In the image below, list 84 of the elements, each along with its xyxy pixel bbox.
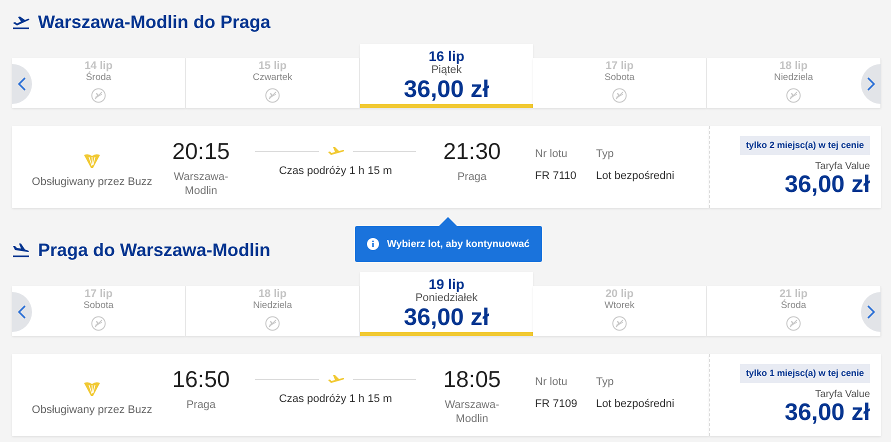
departure-airport: Warszawa-Modlin (172, 170, 230, 198)
date-label: 15 lip (258, 60, 287, 72)
date-label: 20 lip (605, 288, 634, 300)
flight-number: FR 7109 (535, 397, 578, 411)
chevron-right-icon (867, 305, 875, 319)
operator-label: Obsługiwany przez Buzz (32, 403, 152, 418)
departure-time: 16:50 (172, 366, 230, 392)
operator-label: Obsługiwany przez Buzz (32, 175, 152, 190)
fare-name: Taryfa Value (815, 389, 870, 400)
no-flight-icon (786, 88, 801, 103)
section-title: Warszawa-Modlin do Praga (38, 11, 270, 34)
seats-left-badge: tylko 1 miejsc(a) w tej cenie (740, 364, 870, 384)
no-flight-icon (265, 88, 280, 103)
date-label: 14 lip (84, 60, 113, 72)
fare-price: 36,00 zł (784, 400, 870, 426)
plane-icon (326, 374, 344, 384)
date-tab[interactable]: 17 lip Sobota (12, 286, 186, 336)
date-tab[interactable]: 20 lip Wtorek (533, 286, 707, 336)
fare-panel[interactable]: tylko 1 miejsc(a) w tej cenie Taryfa Value 36,00 zł (709, 354, 881, 436)
flight-number-label: Nr lotu (535, 147, 568, 161)
date-label: 21 lip (779, 288, 808, 300)
date-tab[interactable]: 21 lip Środa (707, 286, 881, 336)
departure-airport: Praga (186, 398, 216, 412)
weekday-label: Niedziela (252, 300, 292, 311)
landing-icon (12, 242, 30, 258)
date-tab[interactable]: 15 lip Czwartek (186, 58, 360, 108)
info-icon (367, 238, 379, 250)
date-label: 18 lip (779, 60, 808, 72)
weekday-label: Sobota (83, 300, 114, 311)
seats-left-badge: tylko 2 miejsc(a) w tej cenie (740, 136, 870, 156)
fare-price: 36,00 zł (784, 172, 870, 198)
chevron-left-icon (18, 77, 26, 91)
weekday-label: Wtorek (604, 300, 635, 311)
date-tab[interactable]: 14 lip Środa (12, 58, 186, 108)
flight-number: FR 7110 (535, 169, 578, 183)
arrival-airport: Praga (457, 170, 487, 184)
flight-type: Lot bezpośredni (596, 397, 674, 411)
plane-icon (326, 146, 344, 156)
section-title: Praga do Warszawa-Modlin (38, 239, 270, 262)
no-flight-icon (91, 88, 106, 103)
date-tab[interactable]: 18 lip Niedziela (186, 286, 360, 336)
tooltip-text: Wybierz lot, aby kontynuować (387, 238, 530, 252)
flight-number-label: Nr lotu (535, 375, 568, 389)
departure-time: 20:15 (172, 138, 230, 164)
weekday-label: Piątek (431, 64, 462, 77)
no-flight-icon (265, 316, 280, 331)
date-label: 17 lip (605, 60, 634, 72)
weekday-label: Niedziela (774, 72, 814, 83)
weekday-label: Sobota (604, 72, 635, 83)
date-label: 19 lip (428, 276, 464, 292)
weekday-label: Środa (86, 72, 112, 83)
flight-type-label: Typ (596, 375, 615, 389)
flight-type: Lot bezpośredni (596, 169, 674, 183)
no-flight-icon (612, 316, 627, 331)
chevron-right-icon (867, 77, 875, 91)
takeoff-icon (12, 14, 30, 30)
fare-panel[interactable]: tylko 2 miejsc(a) w tej cenie Taryfa Value 36,00 zł (709, 126, 881, 208)
date-tab[interactable]: 18 lip Niedziela (707, 58, 881, 108)
flight-card[interactable]: Obsługiwany przez Buzz 16:50 Praga Czas podróży 1 h 15 m 18:05 Warszawa-Modlin Nr lotu FR 7109 Typ Lot bezpośredni (12, 354, 709, 436)
date-price: 36,00 zł (404, 77, 490, 103)
arrival-airport: Warszawa-Modlin (444, 398, 500, 426)
duration-label: Czas podróży 1 h 15 m (278, 164, 392, 180)
weekday-label: Środa (780, 300, 806, 311)
flight-card[interactable]: Obsługiwany przez Buzz 20:15 Warszawa-Modlin Czas podróży 1 h 15 m 21:30 Praga Nr lotu FR 7110 Typ Lot bezpośredni (12, 126, 709, 208)
date-label: 18 lip (258, 288, 287, 300)
harp-icon (83, 381, 101, 398)
harp-icon (83, 153, 101, 170)
flight-type-label: Typ (596, 147, 615, 161)
date-label: 16 lip (428, 48, 464, 64)
date-label: 17 lip (84, 288, 113, 300)
no-flight-icon (91, 316, 106, 331)
no-flight-icon (612, 88, 627, 103)
chevron-left-icon (18, 305, 26, 319)
duration-label: Czas podróży 1 h 15 m (278, 392, 392, 408)
date-price: 36,00 zł (404, 305, 490, 331)
date-tab[interactable]: 19 lip Poniedziałek 36,00 zł (360, 272, 533, 336)
weekday-label: Czwartek (252, 72, 292, 83)
date-tab[interactable]: 16 lip Piątek 36,00 zł (360, 44, 533, 108)
date-tab[interactable]: 17 lip Sobota (533, 58, 707, 108)
no-flight-icon (786, 316, 801, 331)
arrival-time: 21:30 (443, 138, 501, 164)
weekday-label: Poniedziałek (415, 292, 478, 305)
fare-name: Taryfa Value (815, 161, 870, 172)
arrival-time: 18:05 (443, 366, 501, 392)
